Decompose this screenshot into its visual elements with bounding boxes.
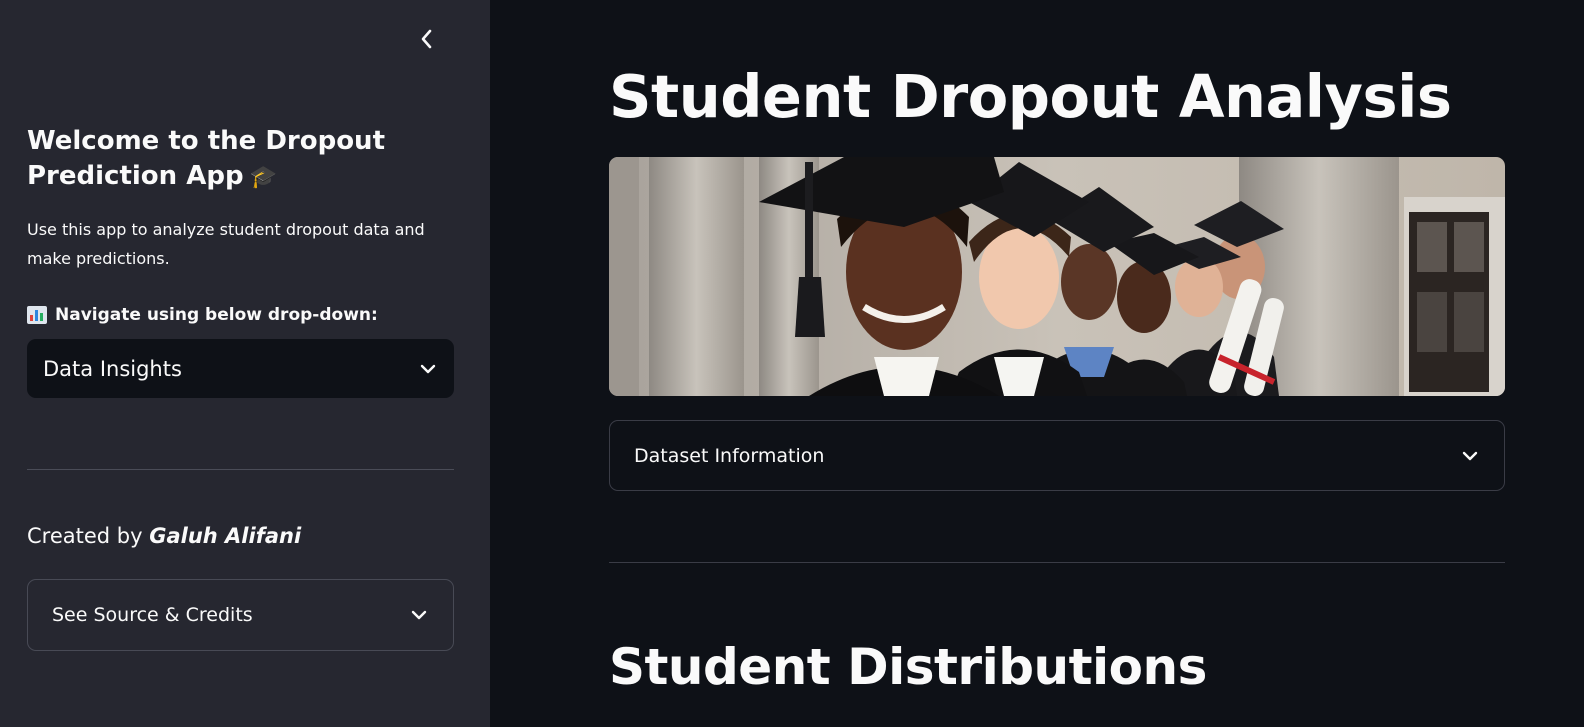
graduation-cap-icon: 🎓 bbox=[249, 165, 277, 190]
main-divider bbox=[609, 562, 1505, 563]
chevron-down-icon bbox=[418, 362, 438, 376]
nav-label: Navigate using below drop-down: bbox=[27, 301, 378, 329]
created-by: Created by Galuh Alifani bbox=[27, 520, 301, 552]
credits-expander[interactable]: See Source & Credits bbox=[27, 579, 454, 651]
page-select[interactable]: Data Insights bbox=[27, 339, 454, 398]
chevron-down-icon bbox=[1460, 449, 1480, 463]
nav-label-text: Navigate using below drop-down: bbox=[55, 305, 378, 325]
graduates-photo bbox=[609, 157, 1505, 396]
sidebar-title: Welcome to the Dropout Prediction App 🎓 bbox=[27, 124, 467, 195]
page-title: Student Dropout Analysis bbox=[609, 62, 1452, 131]
page-select-value: Data Insights bbox=[43, 356, 182, 381]
app: Welcome to the Dropout Prediction App 🎓 U… bbox=[0, 0, 1584, 727]
bar-chart-icon bbox=[27, 306, 47, 324]
section-title: Student Distributions bbox=[609, 638, 1207, 696]
sidebar-title-text: Welcome to the Dropout Prediction App bbox=[27, 126, 385, 191]
credits-expander-label: See Source & Credits bbox=[52, 604, 253, 626]
author-name: Galuh Alifani bbox=[149, 524, 302, 548]
main-content: Student Dropout Analysis Dataset Informa… bbox=[490, 0, 1584, 727]
sidebar: Welcome to the Dropout Prediction App 🎓 U… bbox=[0, 0, 490, 727]
sidebar-divider bbox=[27, 469, 454, 470]
chevron-left-icon bbox=[419, 28, 435, 50]
dataset-info-expander[interactable]: Dataset Information bbox=[609, 420, 1505, 491]
collapse-sidebar-button[interactable] bbox=[410, 22, 444, 56]
dataset-info-expander-label: Dataset Information bbox=[634, 444, 825, 467]
sidebar-description: Use this app to analyze student dropout … bbox=[27, 220, 425, 268]
created-by-prefix: Created by bbox=[27, 524, 143, 548]
chevron-down-icon bbox=[409, 608, 429, 622]
